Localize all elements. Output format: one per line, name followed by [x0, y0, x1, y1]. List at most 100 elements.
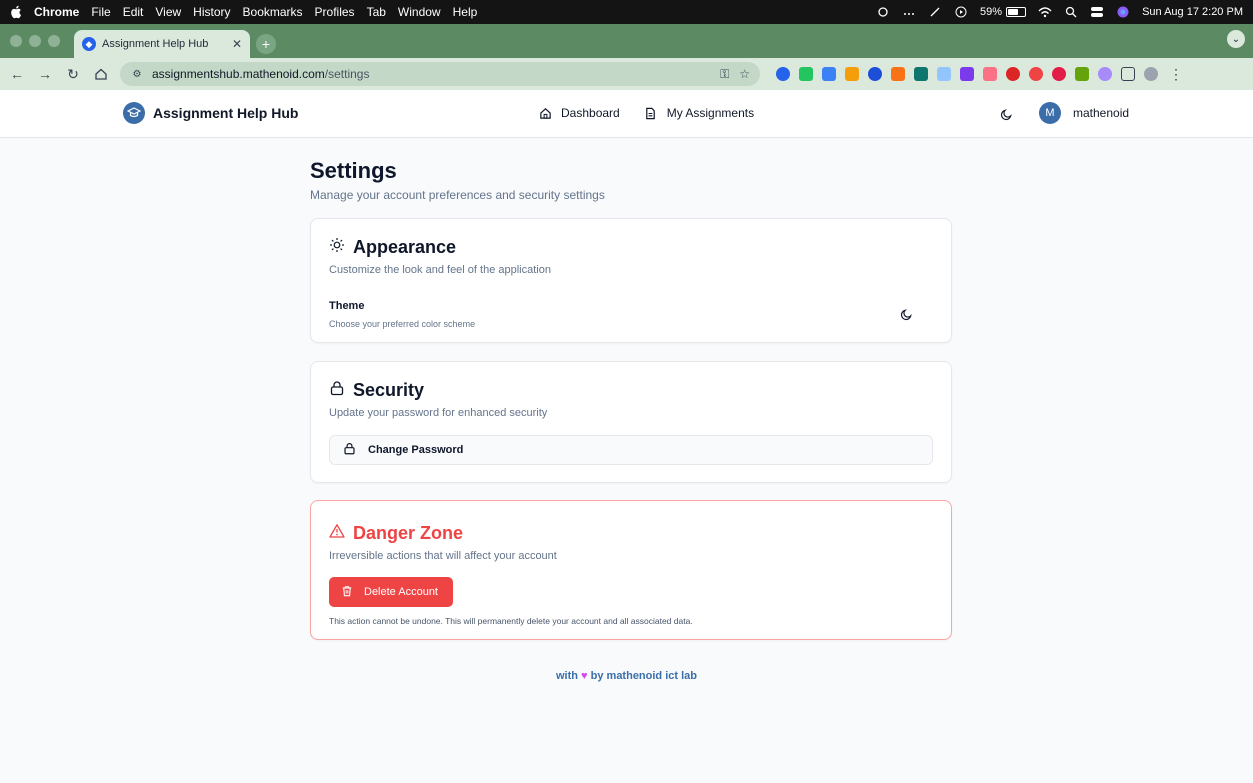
username: mathenoid: [1073, 106, 1130, 120]
siri-icon[interactable]: [1116, 5, 1130, 19]
minimize-window-button[interactable]: [29, 35, 41, 47]
menu-file[interactable]: File: [91, 5, 110, 19]
profile-icon[interactable]: [1144, 67, 1158, 81]
trash-icon: [341, 585, 353, 600]
security-card: Security Update your password for enhanc…: [310, 361, 952, 483]
menu-edit[interactable]: Edit: [123, 5, 144, 19]
heart-icon: ♥: [581, 670, 588, 682]
avatar: M: [1039, 102, 1061, 124]
user-menu[interactable]: M mathenoid: [1039, 102, 1129, 124]
app-header: Assignment Help Hub Dashboard My Assignm…: [0, 90, 1253, 138]
url-host: assignmentshub.mathenoid.com: [152, 67, 325, 81]
extension-icon[interactable]: [891, 67, 905, 81]
search-icon[interactable]: [1064, 5, 1078, 19]
control-center-icon[interactable]: [1090, 5, 1104, 19]
page-subtitle: Manage your account preferences and secu…: [310, 188, 605, 202]
tab-title: Assignment Help Hub: [102, 38, 209, 50]
zoom-window-button[interactable]: [48, 35, 60, 47]
battery-indicator[interactable]: 59%: [980, 6, 1027, 18]
status-icon[interactable]: [876, 5, 890, 19]
home-icon: [538, 106, 552, 120]
extension-icon[interactable]: [983, 67, 997, 81]
danger-zone-description: Irreversible actions that will affect yo…: [329, 550, 557, 562]
new-tab-button[interactable]: +: [256, 34, 276, 54]
brand[interactable]: Assignment Help Hub: [123, 102, 298, 124]
back-arrow-icon[interactable]: ←: [8, 65, 26, 83]
menu-app-name[interactable]: Chrome: [34, 5, 79, 19]
home-button-icon[interactable]: [92, 65, 110, 83]
extension-icon[interactable]: [799, 67, 813, 81]
bookmark-star-icon[interactable]: ☆: [739, 67, 750, 82]
wifi-icon[interactable]: [1038, 5, 1052, 19]
extension-icon[interactable]: [822, 67, 836, 81]
menu-bookmarks[interactable]: Bookmarks: [243, 5, 303, 19]
change-password-label: Change Password: [368, 444, 464, 456]
tab-close-icon[interactable]: ✕: [232, 37, 242, 51]
extension-icon[interactable]: [937, 67, 951, 81]
menu-help[interactable]: Help: [453, 5, 478, 19]
extension-icon[interactable]: [1006, 67, 1020, 81]
theme-setting-row: Theme Choose your preferred color scheme: [329, 300, 933, 329]
security-description: Update your password for enhanced securi…: [329, 407, 548, 419]
change-password-button[interactable]: Change Password: [329, 435, 933, 465]
brand-name: Assignment Help Hub: [153, 105, 299, 121]
extensions-bar: ⋮: [776, 65, 1185, 83]
extension-icon[interactable]: [845, 67, 859, 81]
browser-toolbar: ← → ↻ ⚙ assignmentshub.mathenoid.com/set…: [0, 58, 1253, 90]
extension-icon[interactable]: [1029, 67, 1043, 81]
menu-view[interactable]: View: [155, 5, 181, 19]
clock[interactable]: Sun Aug 17 2:20 PM: [1142, 6, 1243, 18]
menu-tab[interactable]: Tab: [367, 5, 386, 19]
extension-icon[interactable]: [1052, 67, 1066, 81]
password-key-icon[interactable]: ⚿: [720, 67, 729, 82]
nav-dashboard[interactable]: Dashboard: [538, 106, 620, 120]
menu-profiles[interactable]: Profiles: [315, 5, 355, 19]
puzzle-extensions-icon[interactable]: [1121, 67, 1135, 81]
address-bar[interactable]: ⚙ assignmentshub.mathenoid.com/settings …: [120, 62, 760, 86]
extension-icon[interactable]: [776, 67, 790, 81]
menu-history[interactable]: History: [193, 5, 230, 19]
tab-favicon-icon: ◆: [82, 37, 96, 51]
close-window-button[interactable]: [10, 35, 22, 47]
browser-tab-strip: ◆ Assignment Help Hub ✕ + ⌄: [0, 24, 1253, 58]
apple-logo-icon[interactable]: [10, 5, 22, 19]
slash-icon[interactable]: [928, 5, 942, 19]
extension-icon[interactable]: [914, 67, 928, 81]
delete-account-label: Delete Account: [364, 586, 438, 598]
extension-icon[interactable]: [1098, 67, 1112, 81]
page-heading: Settings Manage your account preferences…: [310, 158, 952, 202]
more-menu-icon[interactable]: ⋮: [1167, 65, 1185, 83]
theme-label: Theme: [329, 300, 365, 312]
reload-icon[interactable]: ↻: [64, 65, 82, 83]
nav-my-assignments[interactable]: My Assignments: [644, 106, 754, 120]
security-title: Security: [353, 380, 425, 400]
menu-window[interactable]: Window: [398, 5, 441, 19]
appearance-title: Appearance: [353, 237, 457, 257]
macos-menu-bar: Chrome File Edit View History Bookmarks …: [0, 0, 1253, 24]
danger-zone-card: Danger Zone Irreversible actions that wi…: [310, 500, 952, 640]
theme-help: Choose your preferred color scheme: [329, 319, 476, 329]
extension-icon[interactable]: [960, 67, 974, 81]
tab-search-chevron-icon[interactable]: ⌄: [1227, 30, 1245, 48]
danger-zone-note: This action cannot be undone. This will …: [329, 616, 693, 626]
footer: with ♥ by mathenoid ict lab: [0, 670, 1253, 682]
theme-toggle-moon-icon[interactable]: [998, 106, 1014, 122]
page-title: Settings: [310, 158, 397, 183]
sun-icon: [329, 237, 345, 258]
warning-triangle-icon: [329, 523, 345, 544]
delete-account-button[interactable]: Delete Account: [329, 577, 453, 607]
play-icon[interactable]: [954, 5, 968, 19]
danger-zone-title: Danger Zone: [353, 523, 464, 543]
site-settings-icon[interactable]: ⚙: [130, 67, 144, 81]
nav-dashboard-label: Dashboard: [561, 106, 620, 120]
dots-icon[interactable]: [902, 5, 916, 19]
graduation-cap-icon: [123, 102, 145, 124]
window-controls: [10, 24, 60, 58]
extension-icon[interactable]: [1075, 67, 1089, 81]
theme-moon-icon[interactable]: [897, 306, 915, 324]
browser-tab[interactable]: ◆ Assignment Help Hub ✕: [74, 30, 250, 58]
extension-icon[interactable]: [868, 67, 882, 81]
forward-arrow-icon[interactable]: →: [36, 65, 54, 83]
main-nav: Dashboard My Assignments: [538, 106, 754, 120]
url-path: /settings: [324, 67, 370, 81]
